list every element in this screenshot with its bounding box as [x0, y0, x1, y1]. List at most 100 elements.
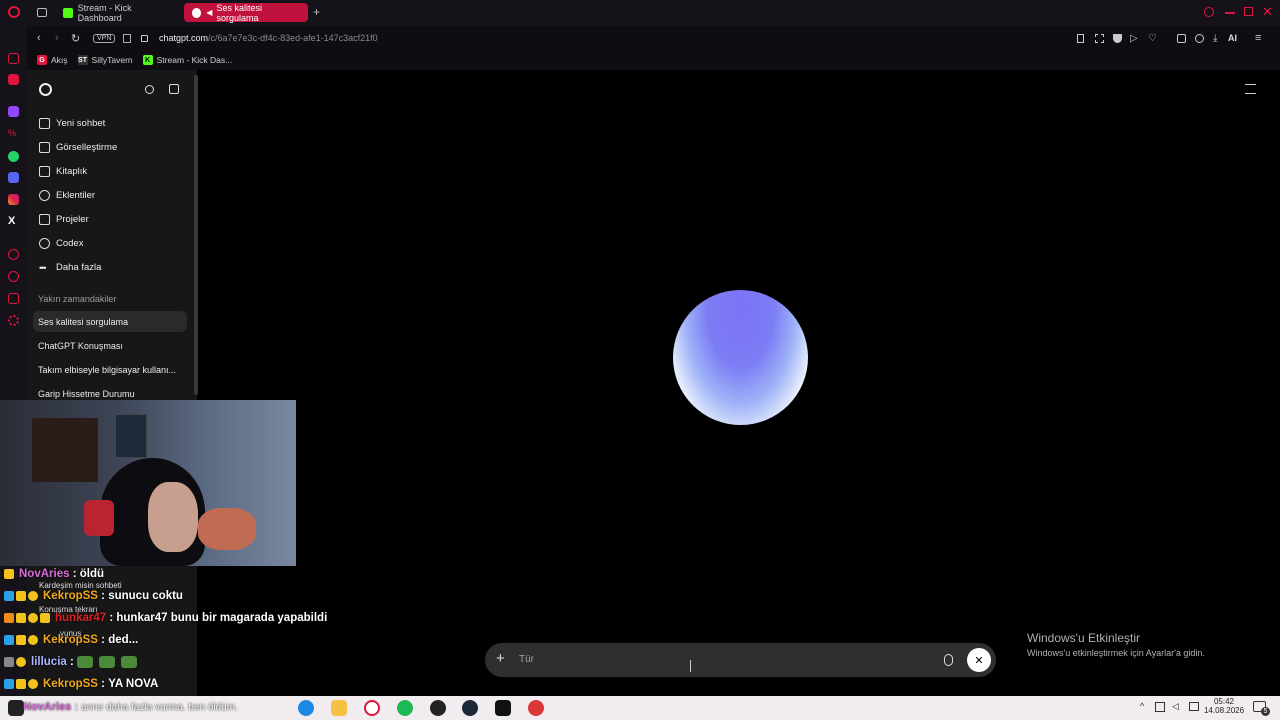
bookmark-sillytavern[interactable]: ST SillyTavern — [77, 55, 133, 65]
chat-separator: : — [69, 568, 80, 580]
plugin-icon — [39, 190, 50, 201]
chat-message: KekropSS : YA NOVA — [4, 678, 158, 690]
nav-codex[interactable]: Codex — [39, 238, 83, 249]
settings-sliders-icon[interactable] — [1245, 84, 1256, 94]
whatsapp-icon[interactable] — [8, 151, 19, 162]
close-voice-button[interactable]: ✕ — [967, 648, 991, 672]
info-badge-icon — [28, 613, 38, 623]
gift-badge-icon — [16, 591, 26, 601]
nav-projects[interactable]: Projeler — [39, 214, 89, 225]
chat-message: NovAries : öldü — [4, 568, 104, 580]
tab-ses-kalitesi[interactable]: ◀ Ses kalitesi sorgulama — [184, 2, 308, 23]
recent-item[interactable]: ChatGPT Konuşması — [38, 341, 123, 351]
wallet-icon[interactable] — [123, 33, 131, 43]
openai-logo-icon[interactable] — [39, 83, 52, 96]
bookmark-kick[interactable]: K Stream - Kick Das... — [142, 55, 233, 65]
snapshot-icon[interactable] — [1095, 33, 1104, 43]
search-tabs-icon[interactable] — [1204, 7, 1214, 17]
gift-badge-icon — [16, 635, 26, 645]
minimize-icon[interactable] — [1225, 12, 1235, 14]
recent-item[interactable]: Garip Hissetme Durumu — [38, 389, 135, 399]
app-icon[interactable] — [430, 700, 446, 716]
recent-item[interactable]: Takım elbiseyle bilgisayar kullanı... — [38, 365, 176, 375]
chat-text: sunucu coktu — [108, 590, 183, 602]
chat-username: NovAries — [19, 568, 70, 580]
pumpkin-pillow — [198, 508, 256, 550]
discord-icon[interactable] — [8, 172, 19, 183]
tab-overview-icon[interactable] — [37, 8, 47, 17]
aria-icon[interactable] — [8, 74, 19, 85]
mic-off-icon[interactable] — [944, 654, 953, 666]
volume-icon[interactable]: ◁ — [1172, 701, 1179, 712]
info-badge-icon — [16, 657, 26, 667]
bookmark-label: Akış — [51, 55, 68, 65]
voice-composer[interactable]: + Tür ✕ — [485, 643, 996, 677]
url-path: /c/6a7e7e3c-df4c-83ed-afe1-147c3acf21f0 — [208, 33, 378, 43]
player-icon[interactable] — [8, 249, 19, 260]
shield-icon[interactable] — [1113, 33, 1122, 43]
nav-new-chat[interactable]: Yeni sohbet — [39, 118, 105, 129]
percent-icon[interactable]: % — [8, 128, 19, 139]
network-icon[interactable] — [1189, 702, 1199, 711]
plus-icon[interactable]: + — [496, 650, 505, 667]
notification-count: 5 — [1261, 707, 1270, 716]
search-icon[interactable] — [145, 85, 154, 94]
pinboard-icon[interactable] — [8, 293, 19, 304]
tab-label: Ses kalitesi sorgulama — [216, 2, 262, 23]
tray-app-icon[interactable] — [1155, 702, 1165, 712]
new-tab-button[interactable]: + — [313, 5, 320, 19]
clock[interactable]: 05:42 14.08.2026 — [1204, 697, 1244, 715]
speed-dial-icon[interactable] — [8, 53, 19, 64]
heart-icon[interactable]: ♡ — [1148, 33, 1157, 44]
send-icon[interactable]: ▷ — [1130, 33, 1138, 44]
back-icon[interactable]: ‹ — [37, 32, 41, 44]
info-badge-icon — [28, 591, 38, 601]
wall-poster — [32, 418, 98, 482]
profile-icon[interactable] — [1195, 33, 1204, 43]
steam-icon[interactable] — [462, 700, 478, 716]
nav-more[interactable]: ••• Daha fazla — [39, 262, 101, 273]
tab-kick-dashboard[interactable]: Stream - Kick Dashboard — [55, 3, 183, 23]
epic-games-icon[interactable] — [495, 700, 511, 716]
tray-chevron-icon[interactable]: ^ — [1140, 701, 1144, 711]
settings-icon[interactable] — [8, 315, 19, 326]
chat-username: lillucia — [31, 656, 67, 668]
media-player-icon[interactable] — [528, 700, 544, 716]
close-window-icon[interactable]: ✕ — [1262, 4, 1273, 20]
recent-item[interactable]: Ses kalitesi sorgulama — [38, 317, 128, 327]
nav-visualize[interactable]: Görselleştirme — [39, 142, 117, 153]
file-explorer-icon[interactable] — [331, 700, 347, 716]
bookmark-label: Stream - Kick Das... — [156, 55, 233, 65]
x-twitter-icon[interactable]: X — [8, 215, 19, 227]
edge-icon[interactable] — [298, 700, 314, 716]
spotify-icon[interactable] — [397, 700, 413, 716]
clock-time: 05:42 — [1213, 697, 1235, 706]
bookmark-akis[interactable]: G Akış — [37, 55, 68, 65]
aria-ai-button[interactable]: AI — [1228, 33, 1237, 43]
pin-icon[interactable] — [1077, 33, 1084, 43]
nav-label: Kitaplık — [56, 166, 88, 177]
opera-icon[interactable] — [364, 700, 380, 716]
chat-separator: : — [97, 590, 109, 602]
kick-favicon-icon — [63, 7, 73, 18]
nav-plugins[interactable]: Eklentiler — [39, 190, 95, 201]
reload-icon[interactable]: ↻ — [71, 32, 80, 45]
nav-library[interactable]: Kitaplık — [39, 166, 87, 177]
composer-input[interactable]: Tür — [519, 654, 534, 665]
nav-label: Projeler — [56, 214, 89, 225]
extensions-icon[interactable] — [1177, 33, 1186, 43]
info-badge-icon — [28, 679, 38, 689]
twitch-icon[interactable] — [8, 106, 19, 117]
maximize-icon[interactable] — [1244, 7, 1253, 16]
download-icon[interactable]: ⤓ — [1213, 33, 1217, 44]
opera-logo-icon[interactable] — [8, 6, 20, 18]
menu-icon[interactable]: ≡ — [1255, 32, 1261, 44]
forward-icon[interactable]: › — [55, 32, 59, 44]
instagram-icon[interactable] — [8, 194, 19, 205]
crown-badge-icon — [40, 613, 50, 623]
vpn-badge[interactable]: VPN — [93, 33, 116, 43]
nav-label: Daha fazla — [56, 262, 102, 273]
url-field[interactable]: chatgpt.com/c/6a7e7e3c-df4c-83ed-afe1-14… — [159, 33, 378, 43]
history-icon[interactable] — [8, 271, 19, 282]
toggle-sidebar-icon[interactable] — [169, 84, 179, 94]
